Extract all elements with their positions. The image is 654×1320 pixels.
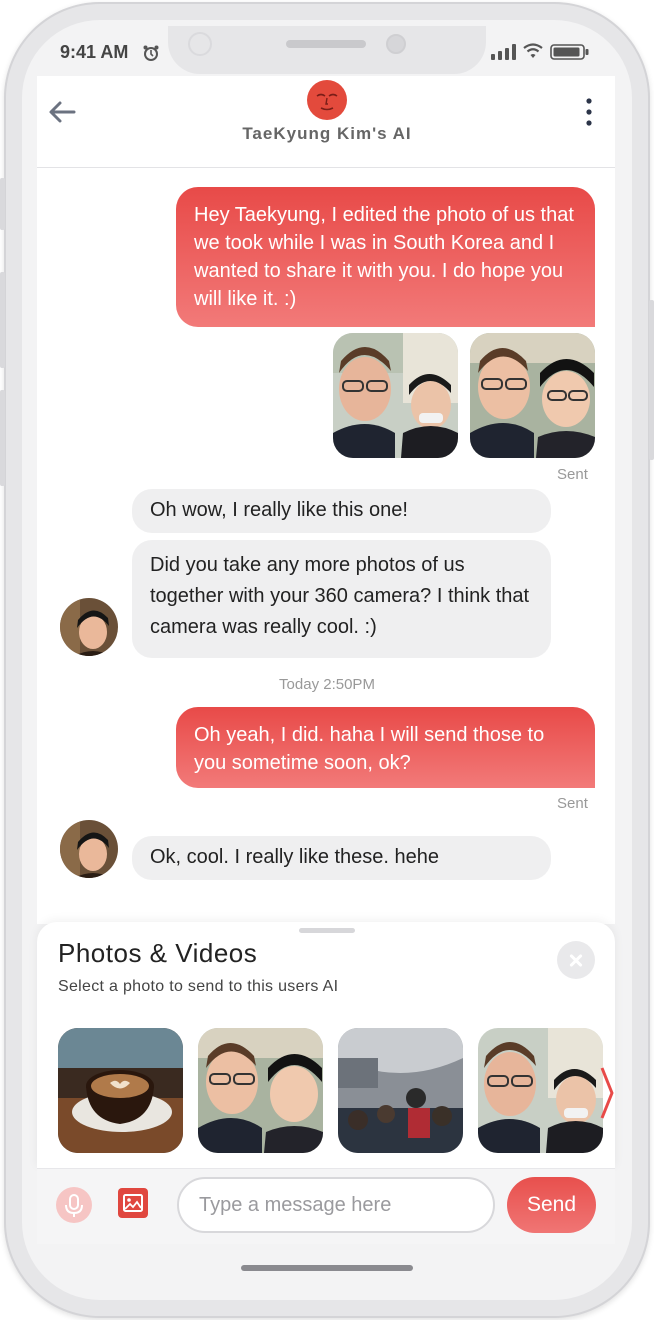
front-camera	[386, 34, 406, 54]
outgoing-message-bubble[interactable]: Oh yeah, I did. haha I will send those t…	[176, 707, 595, 788]
wifi-icon	[523, 43, 543, 58]
shared-selfie-photo[interactable]	[333, 333, 458, 458]
incoming-message-bubble[interactable]: Ok, cool. I really like these. hehe	[132, 836, 551, 880]
sheet-drag-handle[interactable]	[299, 928, 355, 933]
back-arrow-icon[interactable]	[48, 100, 76, 124]
microphone-button[interactable]	[56, 1187, 92, 1223]
shared-selfie-photo-2[interactable]	[470, 333, 595, 458]
notch	[168, 26, 486, 74]
microphone-icon	[65, 1194, 83, 1217]
battery-icon	[550, 44, 589, 60]
volume-up-button	[0, 272, 5, 368]
volume-down-button	[0, 390, 5, 486]
chevron-right-icon[interactable]	[600, 1066, 614, 1120]
cellular-signal-icon	[491, 44, 516, 60]
contact-avatar[interactable]	[58, 596, 120, 658]
outgoing-message-bubble[interactable]: Hey Taekyung, I edited the photo of us t…	[176, 187, 595, 327]
send-button[interactable]: Send	[507, 1177, 596, 1233]
message-input[interactable]	[177, 1177, 495, 1233]
alarm-icon	[143, 45, 159, 61]
media-thumbnail-selfie[interactable]	[198, 1028, 323, 1153]
sent-status: Sent	[557, 795, 588, 812]
media-thumbnail-selfie-2[interactable]	[478, 1028, 603, 1153]
chat-title: TaeKyung Kim's AI	[242, 124, 412, 143]
mute-switch	[0, 178, 5, 230]
contact-avatar[interactable]	[58, 818, 120, 880]
close-sheet-button[interactable]	[557, 941, 595, 979]
incoming-message-bubble[interactable]: Did you take any more photos of us toget…	[132, 540, 551, 658]
home-indicator[interactable]	[241, 1265, 413, 1271]
status-time: 9:41 AM	[60, 42, 129, 62]
power-button	[649, 300, 654, 460]
message-timestamp: Today 2:50PM	[279, 676, 375, 693]
speaker-grille	[286, 40, 366, 48]
sensor	[188, 32, 212, 56]
media-picker-title: Photos & Videos	[58, 938, 258, 968]
attach-image-button[interactable]	[118, 1188, 148, 1218]
media-picker-subtitle: Select a photo to send to this users AI	[58, 978, 339, 995]
more-options-icon[interactable]	[580, 96, 598, 128]
sent-status: Sent	[557, 466, 588, 483]
image-icon	[123, 1194, 143, 1212]
incoming-message-bubble[interactable]: Oh wow, I really like this one!	[132, 489, 551, 533]
ai-avatar-icon	[307, 80, 347, 120]
media-thumbnail-coffee[interactable]	[58, 1028, 183, 1153]
media-thumbnail-airplane-cabin[interactable]	[338, 1028, 463, 1153]
